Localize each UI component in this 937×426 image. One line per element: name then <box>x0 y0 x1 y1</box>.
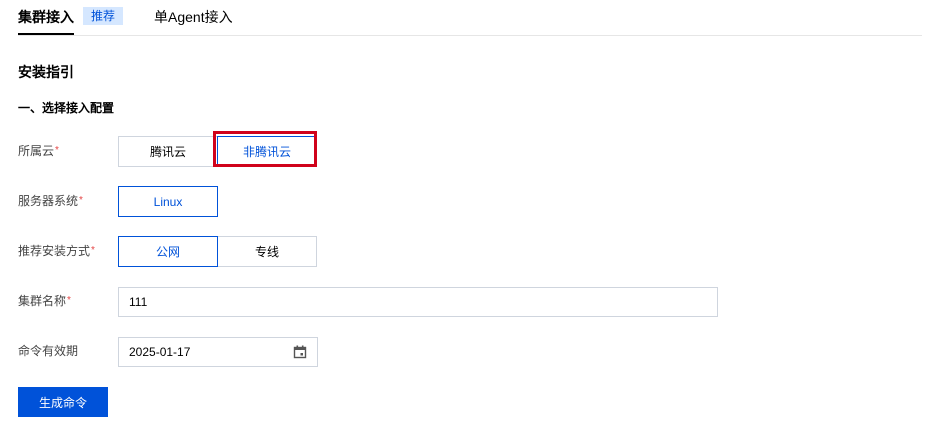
install-method-label-text: 推荐安装方式 <box>18 244 91 258</box>
expiry-date-picker[interactable]: 2025-01-17 <box>118 337 318 367</box>
cloud-label: 所属云* <box>18 143 59 159</box>
tab-agent-access[interactable]: 单Agent接入 <box>154 8 233 26</box>
expiry-date-value: 2025-01-17 <box>129 345 191 359</box>
os-label: 服务器系统* <box>18 193 83 209</box>
required-mark: * <box>67 295 71 306</box>
active-tab-underline <box>18 33 74 35</box>
cloud-option-tencent[interactable]: 腾讯云 <box>118 136 218 167</box>
cloud-option-non-tencent[interactable]: 非腾讯云 <box>217 136 317 167</box>
install-option-public[interactable]: 公网 <box>118 236 218 267</box>
cluster-name-label: 集群名称* <box>18 293 71 309</box>
cluster-name-label-text: 集群名称 <box>18 294 67 308</box>
generate-command-button[interactable]: 生成命令 <box>18 387 108 417</box>
os-label-text: 服务器系统 <box>18 194 79 208</box>
cluster-name-input[interactable] <box>118 287 718 317</box>
required-mark: * <box>79 195 83 206</box>
cloud-label-text: 所属云 <box>18 144 55 158</box>
page-title: 安装指引 <box>18 64 74 80</box>
required-mark: * <box>91 245 95 256</box>
os-option-linux[interactable]: Linux <box>118 186 218 217</box>
tab-cluster-access[interactable]: 集群接入 <box>18 8 74 26</box>
access-tabs: 集群接入 推荐 单Agent接入 <box>18 0 922 36</box>
recommend-badge: 推荐 <box>83 7 124 25</box>
calendar-icon[interactable] <box>293 345 307 359</box>
step-title: 一、选择接入配置 <box>18 101 115 115</box>
expiry-label: 命令有效期 <box>18 344 79 358</box>
install-option-private-line[interactable]: 专线 <box>217 236 317 267</box>
required-mark: * <box>55 145 59 156</box>
install-method-label: 推荐安装方式* <box>18 243 95 259</box>
